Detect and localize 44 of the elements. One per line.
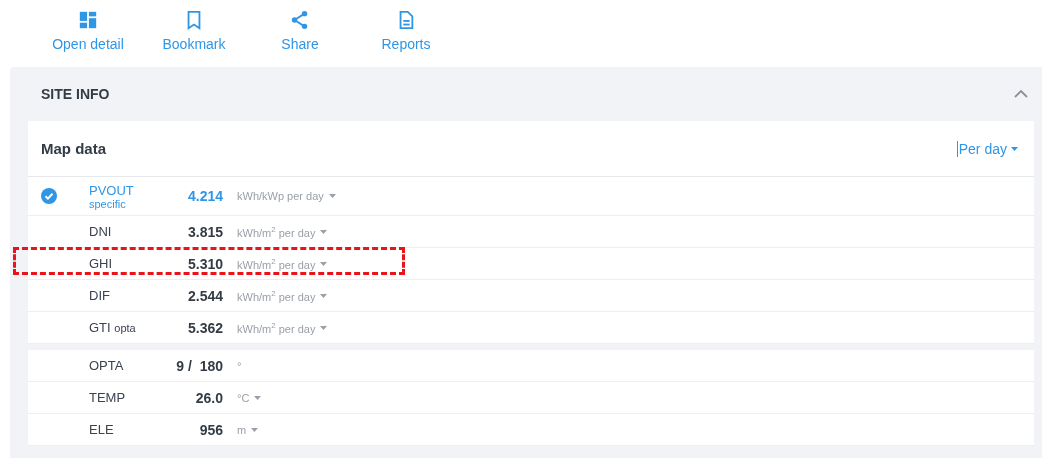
layer-value: 5.362 bbox=[186, 319, 223, 336]
caret-icon bbox=[1011, 146, 1018, 151]
layer-value: 4.214 bbox=[186, 188, 223, 204]
unit-label: kWh/m$^{2}$ per day bbox=[237, 256, 316, 271]
caret-icon[interactable] bbox=[251, 427, 259, 432]
unit-label: kWh/kWp per day bbox=[237, 190, 324, 202]
unit-label: m bbox=[237, 423, 247, 436]
period-dropdown[interactable]: Per day bbox=[956, 140, 1018, 157]
card-title: Map data bbox=[41, 140, 106, 157]
toolbar-button[interactable]: Reports bbox=[356, 10, 456, 67]
caret-icon[interactable] bbox=[320, 293, 328, 298]
check-icon[interactable] bbox=[41, 188, 57, 204]
layer-value: 9 / 180 bbox=[175, 357, 223, 374]
section-title: SITE INFO bbox=[41, 86, 110, 102]
unit-label: kWh/m$^{2}$ per day bbox=[237, 288, 316, 303]
layer-name: GHI bbox=[89, 256, 114, 271]
layer-name: DIF bbox=[89, 288, 111, 303]
unit-label: kWh/m$^{2}$ per day bbox=[237, 224, 316, 239]
caret-icon[interactable] bbox=[320, 325, 328, 330]
share-icon bbox=[290, 10, 310, 30]
layer-name: PVOUT bbox=[89, 182, 135, 198]
toolbar-button[interactable]: Open detail bbox=[38, 10, 138, 67]
grid-icon bbox=[78, 10, 98, 30]
unit-label: kWh/m$^{2}$ per day bbox=[237, 320, 316, 335]
unit-label: ° bbox=[237, 359, 242, 372]
layer-value: 3.815 bbox=[186, 223, 223, 240]
layer-value: 956 bbox=[198, 421, 223, 438]
caret-icon[interactable] bbox=[254, 395, 262, 400]
collapse-icon[interactable] bbox=[1014, 89, 1028, 99]
caret-icon[interactable] bbox=[328, 194, 336, 198]
toolbar-button[interactable]: Bookmark bbox=[144, 10, 244, 67]
layer-value: 5.310 bbox=[186, 255, 223, 272]
layer-name: OPTA bbox=[89, 358, 125, 373]
unit-label: °C bbox=[237, 391, 250, 404]
caret-icon[interactable] bbox=[320, 261, 328, 266]
layer-name: DNI bbox=[89, 224, 113, 239]
toolbar-button[interactable]: Share bbox=[250, 10, 350, 67]
layer-value: 2.544 bbox=[186, 287, 223, 304]
layer-value: 26.0 bbox=[194, 389, 223, 406]
layer-name: GTI opta bbox=[89, 320, 137, 335]
layer-name: TEMP bbox=[89, 390, 127, 405]
layer-subtitle: specific bbox=[89, 197, 127, 210]
layer-name: ELE bbox=[89, 422, 115, 437]
caret-icon[interactable] bbox=[320, 229, 328, 234]
